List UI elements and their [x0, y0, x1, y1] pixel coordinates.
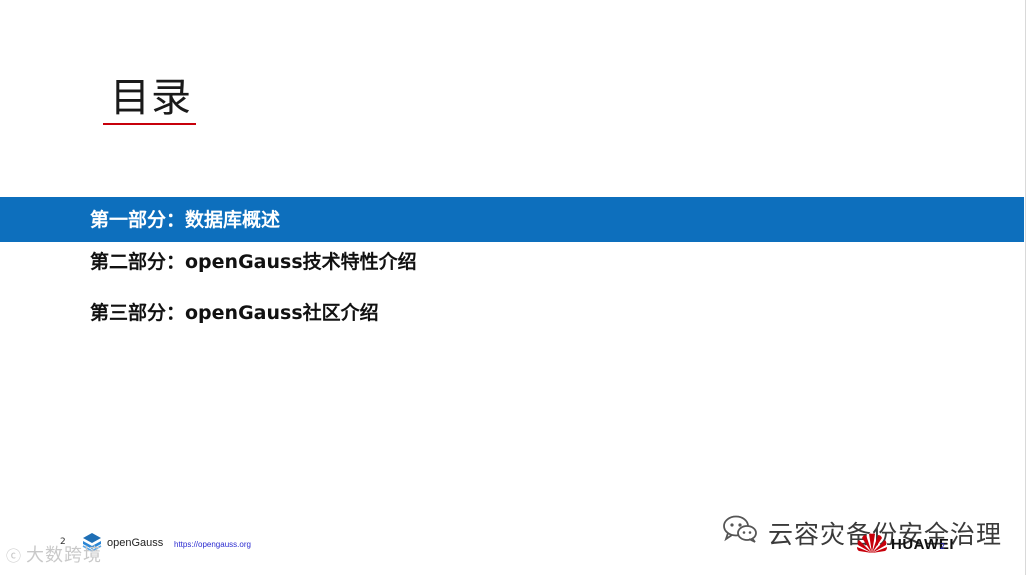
- huawei-page-number: 2: [940, 542, 946, 551]
- agenda-item-3[interactable]: 第三部分：openGauss社区介绍: [90, 300, 379, 326]
- wechat-icon: [723, 515, 757, 543]
- circle-c-icon: ⓒ: [6, 547, 23, 565]
- title-underline: [103, 123, 196, 125]
- agenda-item-2[interactable]: 第二部分：openGauss技术特性介绍: [90, 249, 417, 275]
- huawei-logo-icon: [857, 533, 887, 553]
- agenda-item-1[interactable]: 第一部分：数据库概述: [90, 207, 280, 233]
- page-title: 目录: [110, 75, 192, 121]
- watermark-left-text: 大数跨境: [26, 545, 103, 566]
- watermark-left: ⓒ 大数跨境: [6, 541, 102, 567]
- footer-url-link[interactable]: https://opengauss.org: [174, 540, 251, 549]
- slide: 目录 第一部分：数据库概述 第二部分：openGauss技术特性介绍 第三部分：…: [0, 0, 1026, 575]
- opengauss-logo-text: openGauss: [107, 537, 164, 549]
